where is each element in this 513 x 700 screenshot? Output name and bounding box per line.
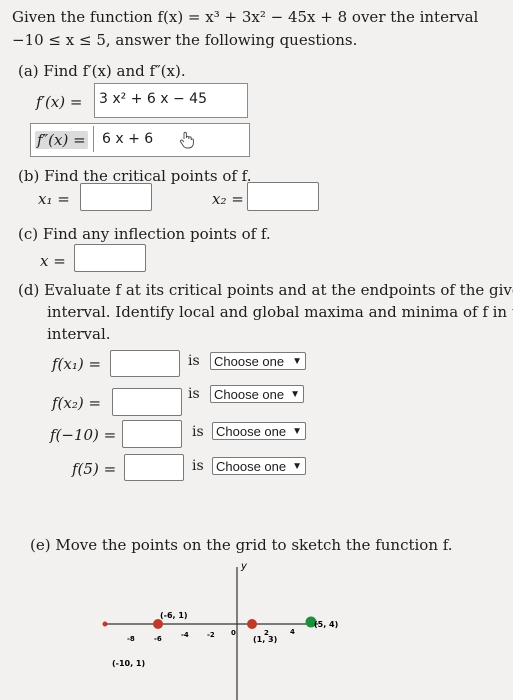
part-d-prompt-line-2: interval. Identify local and global maxi…: [47, 303, 513, 321]
f-x2-answer-field[interactable]: [112, 388, 182, 416]
f-x1-label: f(x₁) =: [52, 355, 102, 373]
is-text-4: is: [192, 458, 204, 474]
f-x2-classification-select[interactable]: Choose one ▼: [210, 385, 304, 403]
inflection-x-answer-field[interactable]: [74, 244, 146, 272]
f-x2-label: f(x₂) =: [52, 394, 102, 412]
sketch-graph[interactable]: y -8 -6 -4 -2 0 2 4 (-6, 1) (-10, 1) (1,…: [0, 555, 513, 700]
fprime-answer-field[interactable]: 3 x² + 6 x − 45: [94, 83, 248, 118]
f-minus-10-select-value: Choose one: [216, 424, 287, 439]
tick-label-minus-8: -8: [127, 635, 135, 643]
is-text-3: is: [192, 424, 204, 440]
is-text-1: is: [188, 353, 200, 369]
tick-label-minus-4: -4: [181, 631, 189, 639]
part-c-prompt: (c) Find any inflection points of f.: [18, 225, 271, 243]
fprime-label: f′(x) =: [36, 93, 83, 111]
tick-label-minus-6: -6: [154, 635, 162, 643]
problem-statement-line-2: −10 ≤ x ≤ 5, answer the following questi…: [12, 31, 358, 49]
f-minus-10-answer-field[interactable]: [122, 420, 182, 448]
x2-label: x₂ =: [212, 190, 244, 208]
part-d-prompt-line-3: interval.: [47, 325, 111, 343]
dropdown-arrow-icon: ▼: [292, 356, 302, 367]
f-minus-10-label: f(−10) =: [50, 426, 117, 444]
f-x1-select-value: Choose one: [214, 354, 285, 369]
part-d-prompt-line-1: (d) Evaluate f at its critical points an…: [18, 281, 513, 299]
x1-label: x₁ =: [38, 190, 70, 208]
x2-answer-field[interactable]: [247, 182, 319, 211]
f-5-classification-select[interactable]: Choose one ▼: [212, 457, 306, 475]
f-minus-10-classification-select[interactable]: Choose one ▼: [212, 422, 306, 440]
dropdown-arrow-icon: ▼: [292, 461, 302, 472]
point-label-1: (1, 3): [253, 635, 277, 644]
point-minus-6[interactable]: [153, 619, 163, 629]
tick-label-0: 0: [231, 629, 236, 637]
fdouble-answer-value: 6 x + 6: [102, 131, 154, 147]
fdouble-answer-row: f″(x) = 6 x + 6: [30, 123, 250, 157]
dropdown-arrow-icon: ▼: [292, 426, 302, 437]
part-a-prompt: (a) Find f′(x) and f″(x).: [18, 62, 186, 80]
is-text-2: is: [188, 386, 200, 402]
x1-answer-field[interactable]: [80, 183, 152, 211]
f-x1-answer-field[interactable]: [110, 350, 180, 377]
point-label-minus-6: (-6, 1): [160, 611, 188, 620]
problem-statement-line-1: Given the function f(x) = x³ + 3x² − 45x…: [12, 8, 479, 26]
f-5-label: f(5) =: [72, 460, 117, 478]
tick-label-minus-2: -2: [207, 631, 215, 639]
f-x2-select-value: Choose one: [214, 387, 285, 402]
point-1[interactable]: [247, 619, 257, 629]
point-label-5: (5, 4): [314, 620, 338, 629]
fdouble-answer-field[interactable]: 6 x + 6: [93, 126, 246, 152]
tick-label-4: 4: [290, 628, 295, 636]
hand-pointer-icon: [180, 131, 194, 149]
fprime-answer-value: 3 x² + 6 x − 45: [99, 91, 207, 107]
point-label-minus-10: (-10, 1): [112, 659, 145, 668]
inflection-x-label: x =: [40, 252, 66, 270]
dropdown-arrow-icon: ▼: [290, 389, 300, 400]
part-e-prompt: (e) Move the points on the grid to sketc…: [30, 536, 453, 554]
point-minus-10[interactable]: [102, 621, 108, 627]
f-5-select-value: Choose one: [216, 459, 287, 474]
fdouble-label: f″(x) =: [35, 131, 88, 149]
f-x1-classification-select[interactable]: Choose one ▼: [210, 352, 306, 370]
y-axis-label: y: [240, 561, 248, 572]
f-5-answer-field[interactable]: [124, 454, 184, 481]
